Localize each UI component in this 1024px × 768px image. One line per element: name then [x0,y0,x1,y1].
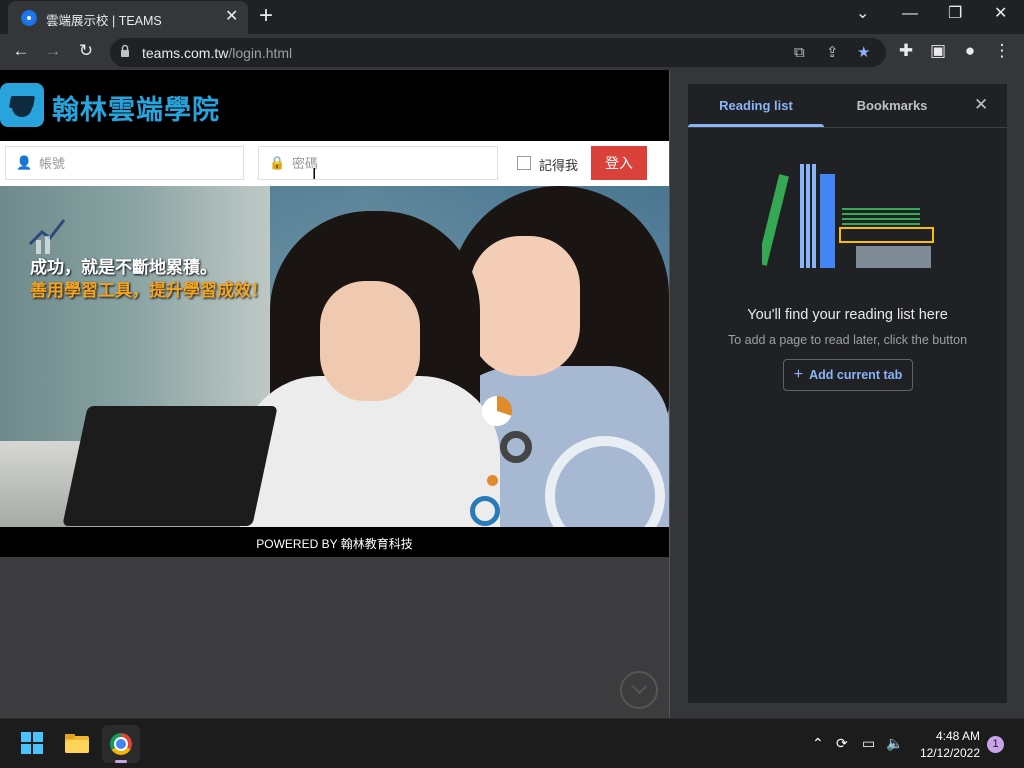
tab-close-icon[interactable]: ✕ [225,8,238,26]
back-icon[interactable]: ← [11,41,31,61]
close-icon[interactable]: ✕ [974,96,988,114]
share-icon[interactable]: ⇪ [826,44,839,61]
user-icon: 👤 [16,155,33,170]
clock-date[interactable]: 12/12/2022 [910,746,980,760]
username-field[interactable]: 👤 [5,146,244,180]
panel-divider [688,127,1007,128]
chrome-taskbar-icon[interactable] [102,725,140,763]
site-header: 翰林雲端學院 [0,70,669,141]
add-current-tab-button[interactable]: + Add current tab [783,359,913,391]
start-menu-icon[interactable] [14,725,52,763]
add-current-tab-label: Add current tab [809,368,903,382]
bookmark-star-icon[interactable]: ★ [857,44,870,61]
username-input[interactable] [39,153,219,173]
menu-kebab-icon[interactable]: ⋮ [992,41,1012,61]
gear-icon [500,431,532,463]
tab-bookmarks[interactable]: Bookmarks [824,84,960,127]
remember-me-checkbox[interactable] [517,156,531,170]
new-tab-button[interactable]: + [259,3,273,29]
password-input[interactable] [292,153,472,173]
tab-title: 雲端展示校 | TEAMS [46,14,162,28]
footer-text: POWERED BY 翰林教育科技 [256,537,413,551]
network-icon[interactable]: ▭ [862,734,875,752]
url-text: teams.com.tw/login.html [142,45,293,61]
slogan-line-1: 成功，就是不斷地累積。 [30,258,217,277]
login-button[interactable]: 登入 [591,146,647,180]
scroll-down-button[interactable] [620,671,658,709]
side-panel-icon[interactable]: ▣ [928,41,948,61]
file-explorer-icon[interactable] [58,725,96,763]
remember-me-label[interactable]: 記得我 [539,155,578,174]
lock-icon: 🔒 [269,155,286,170]
browser-toolbar: ← → ↻ teams.com.tw/login.html ⧉ ⇪ ★ ✚ ▣ … [0,34,1024,70]
tab-reading-list[interactable]: Reading list [688,84,824,127]
windows-taskbar: ⌃ ⟳ ▭ 🔈 4:48 AM 12/12/2022 1 [0,718,1024,768]
tab-search-button[interactable]: ⌄ [856,4,869,24]
maximize-button[interactable]: ❐ [948,4,962,24]
reload-icon[interactable]: ↻ [76,41,96,61]
translate-icon[interactable]: ⧉ [794,44,805,61]
minimize-button[interactable]: — [902,4,918,24]
close-window-button[interactable]: ✕ [994,4,1007,24]
site-footer: POWERED BY 翰林教育科技 [0,527,669,557]
graduation-cap-logo-icon [0,83,44,127]
web-page: 翰林雲端學院 👤 🔒 記得我 登入 成功 [0,70,669,718]
site-logo-text: 翰林雲端學院 [52,95,220,125]
empty-state-title: You'll find your reading list here [747,307,948,323]
chevron-up-icon[interactable]: ⌃ [812,734,824,752]
side-panel-card: Reading list Bookmarks ✕ You'll find you… [688,84,1007,703]
reading-list-illustration [762,164,934,268]
sync-icon[interactable]: ⟳ [836,734,848,752]
clock-time[interactable]: 4:48 AM [910,729,980,743]
profile-icon[interactable]: ● [960,41,980,61]
forward-icon[interactable]: → [43,41,63,61]
reading-list-side-panel: Reading list Bookmarks ✕ You'll find you… [669,70,1024,718]
site-favicon-icon [21,10,37,26]
slogan-line-2: 善用學習工具，提升學習成效！ [30,281,268,300]
extensions-icon[interactable]: ✚ [896,41,916,61]
volume-icon[interactable]: 🔈 [886,734,903,752]
browser-tab[interactable]: 雲端展示校 | TEAMS ✕ [8,1,248,34]
trend-chart-icon [28,219,66,254]
lock-icon[interactable] [120,44,130,58]
tablet-device [62,406,278,526]
browser-titlebar: 雲端展示校 | TEAMS ✕ + ⌄ — ❐ ✕ [0,0,1024,34]
hero-banner-image: 成功，就是不斷地累積。 善用學習工具，提升學習成效！ [0,186,669,527]
login-bar: 👤 🔒 記得我 登入 [0,141,669,186]
address-bar[interactable]: teams.com.tw/login.html ⧉ ⇪ ★ [110,38,886,67]
text-cursor-icon: I [312,166,317,183]
empty-state-subtitle: To add a page to read later, click the b… [727,333,968,347]
notification-badge[interactable]: 1 [987,736,1004,753]
plus-icon: + [793,366,804,383]
pie-chart-icon [482,396,512,426]
password-field[interactable]: 🔒 [258,146,498,180]
